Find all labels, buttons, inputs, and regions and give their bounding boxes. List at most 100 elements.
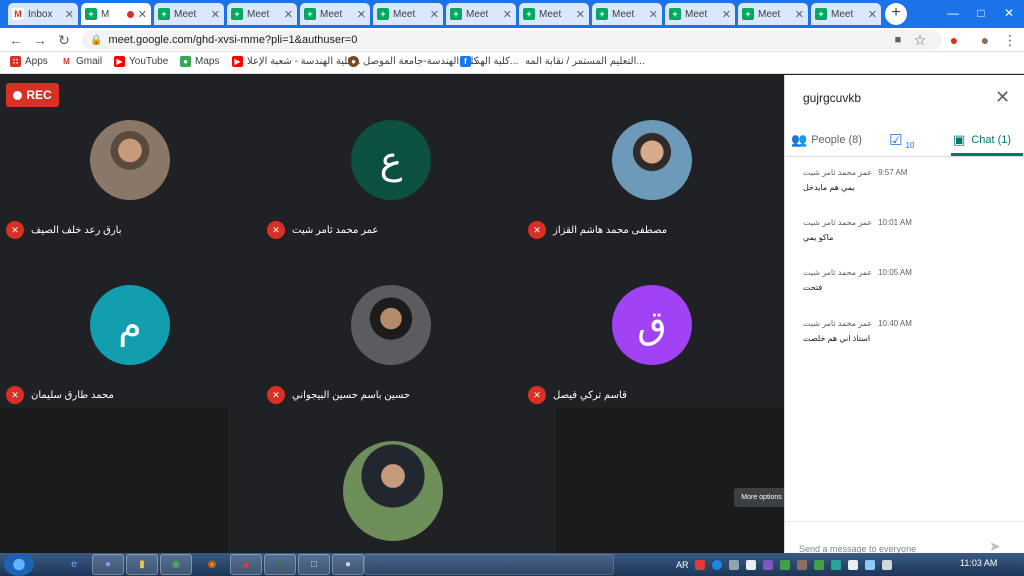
close-icon[interactable]: ✕ (995, 87, 1010, 108)
mic-muted-icon: ✕ (528, 386, 546, 404)
tasks-check-icon: ☑ (889, 132, 903, 149)
meeting-stage: REC ✕ بارق رعد خلف الصيف ع ✕ عمر محمد ثامر ش… (0, 75, 789, 553)
menu-kebab-icon[interactable]: ⋮ (1000, 30, 1020, 50)
tab-close-icon[interactable]: ✕ (722, 8, 731, 21)
app-icon[interactable]: ● (332, 554, 364, 575)
chrome-icon[interactable]: ◉ (160, 554, 192, 575)
bookmark-engineering-mosul[interactable]: ● كلية الهندسة-جامعة الموصل (348, 56, 478, 67)
participant-name: عمر محمد ثامر شيت (292, 224, 379, 236)
tab-label: Meet (831, 8, 854, 20)
camera-icon[interactable]: ■ (888, 30, 908, 50)
ie-icon[interactable]: e (58, 554, 90, 575)
bookmark-star-icon[interactable]: ☆ (910, 30, 930, 50)
bookmark-maps[interactable]: ● Maps (180, 56, 219, 67)
meet-icon: + (742, 8, 754, 20)
acrobat-icon[interactable]: ▲ (230, 554, 262, 575)
tab-close-icon[interactable]: ✕ (211, 8, 220, 21)
viber-tray-icon[interactable] (762, 559, 773, 570)
mic-muted-icon: ✕ (267, 221, 285, 239)
facebook-icon: f (460, 56, 471, 67)
participant-avatar: ع (351, 120, 431, 200)
tray-icon[interactable] (779, 559, 790, 570)
close-window-button[interactable]: ✕ (996, 4, 1022, 22)
reload-icon[interactable]: ↻ (54, 30, 74, 50)
extension-icon[interactable]: ● (944, 30, 964, 50)
viber-icon[interactable]: ● (92, 554, 124, 575)
browser-tab[interactable]: + Meet ✕ (446, 3, 516, 25)
tab-tasks[interactable]: ☑ 10 (889, 125, 914, 155)
taskbar-window-button[interactable] (364, 554, 614, 575)
start-button[interactable] (4, 553, 34, 576)
participant-tile: ✕ حسين باسم حسين البيجواني (261, 240, 522, 405)
tab-label: Meet (393, 8, 416, 20)
tab-close-icon[interactable]: ✕ (649, 8, 658, 21)
tray-icon[interactable] (830, 559, 841, 570)
browser-tab[interactable]: + Meet ✕ (300, 3, 370, 25)
tray-icon[interactable] (745, 559, 756, 570)
tab-close-icon[interactable]: ✕ (357, 8, 366, 21)
forward-icon[interactable]: → (30, 30, 50, 50)
firefox-icon[interactable]: ◉ (196, 554, 228, 575)
tray-icon[interactable] (694, 559, 705, 570)
maximize-button[interactable]: □ (968, 4, 994, 22)
bookmark-continuing-education[interactable]: التعليم المستمر / نقابة المه... (525, 56, 645, 67)
message-text: استاذ اني هم خلصت (803, 334, 871, 343)
chat-icon: ▣ (953, 132, 966, 147)
empty-video-tile (556, 408, 784, 553)
network-icon[interactable] (847, 559, 858, 570)
tray-icon[interactable] (728, 559, 739, 570)
tab-close-icon[interactable]: ✕ (868, 8, 877, 21)
tray-icon[interactable] (864, 559, 875, 570)
mic-muted-icon: ✕ (267, 386, 285, 404)
language-indicator[interactable]: AR (676, 560, 689, 570)
chat-message: عمر محمد ثامر شيت 10:40 AM استاذ اني هم خل… (803, 319, 1013, 343)
tab-close-icon[interactable]: ✕ (795, 8, 804, 21)
browser-tab[interactable]: + Meet ✕ (665, 3, 735, 25)
minimize-button[interactable]: — (940, 4, 966, 22)
tab-people[interactable]: 👥 People (8) (791, 125, 862, 155)
meet-icon: + (523, 8, 535, 20)
browser-tab[interactable]: + Meet ✕ (592, 3, 662, 25)
tab-close-icon[interactable]: ✕ (503, 8, 512, 21)
volume-icon[interactable] (881, 559, 892, 570)
bookmark-youtube[interactable]: ▶ YouTube (114, 56, 168, 67)
participant-name: مصطفى محمد هاشم القزاز (553, 224, 668, 236)
bookmark-facebook[interactable]: f كلية الهد... (460, 56, 518, 67)
profile-avatar[interactable]: ● (975, 30, 995, 50)
mic-muted-icon: ✕ (528, 221, 546, 239)
browser-tab[interactable]: + Meet ✕ (154, 3, 224, 25)
tab-label: Meet (685, 8, 708, 20)
new-tab-button[interactable]: + (885, 3, 907, 25)
window-icon[interactable]: □ (298, 554, 330, 575)
help-icon[interactable] (711, 559, 722, 570)
meet-icon: + (377, 8, 389, 20)
tray-icon[interactable] (796, 559, 807, 570)
excel-icon[interactable]: X (264, 554, 296, 575)
participant-avatar: ق (612, 285, 692, 365)
bookmark-gmail[interactable]: M Gmail (61, 56, 102, 67)
browser-tab[interactable]: + Meet ✕ (811, 3, 881, 25)
clock[interactable]: 11:03 AM (960, 558, 997, 568)
browser-tab[interactable]: + Meet ✕ (373, 3, 443, 25)
tray-icon[interactable] (813, 559, 824, 570)
participant-avatar (351, 285, 431, 365)
participant-avatar (90, 120, 170, 200)
tab-close-icon[interactable]: ✕ (430, 8, 439, 21)
tab-close-icon[interactable]: ✕ (65, 8, 74, 21)
browser-tab[interactable]: + M ✕ (81, 3, 151, 25)
tab-close-icon[interactable]: ✕ (284, 8, 293, 21)
gmail-icon: M (12, 8, 24, 20)
browser-tab[interactable]: + Meet ✕ (227, 3, 297, 25)
back-icon[interactable]: ← (6, 30, 26, 50)
explorer-icon[interactable]: ▮ (126, 554, 158, 575)
tab-close-icon[interactable]: ✕ (138, 8, 147, 21)
tab-close-icon[interactable]: ✕ (576, 8, 585, 21)
bookmark-apps[interactable]: ∷ Apps (10, 56, 48, 67)
bookmark-engineering-media[interactable]: ▶كلية الهندسة - شعبة الإعلا... (232, 56, 361, 67)
address-bar[interactable]: 🔒 meet.google.com/ghd-xvsi-mme?pli=1&aut… (82, 30, 942, 50)
browser-tab[interactable]: M Inbox ✕ (8, 3, 78, 25)
browser-tab[interactable]: + Meet ✕ (738, 3, 808, 25)
tab-chat[interactable]: ▣ Chat (1) (953, 125, 1011, 155)
browser-tab[interactable]: + Meet ✕ (519, 3, 589, 25)
mic-muted-icon: ✕ (6, 221, 24, 239)
